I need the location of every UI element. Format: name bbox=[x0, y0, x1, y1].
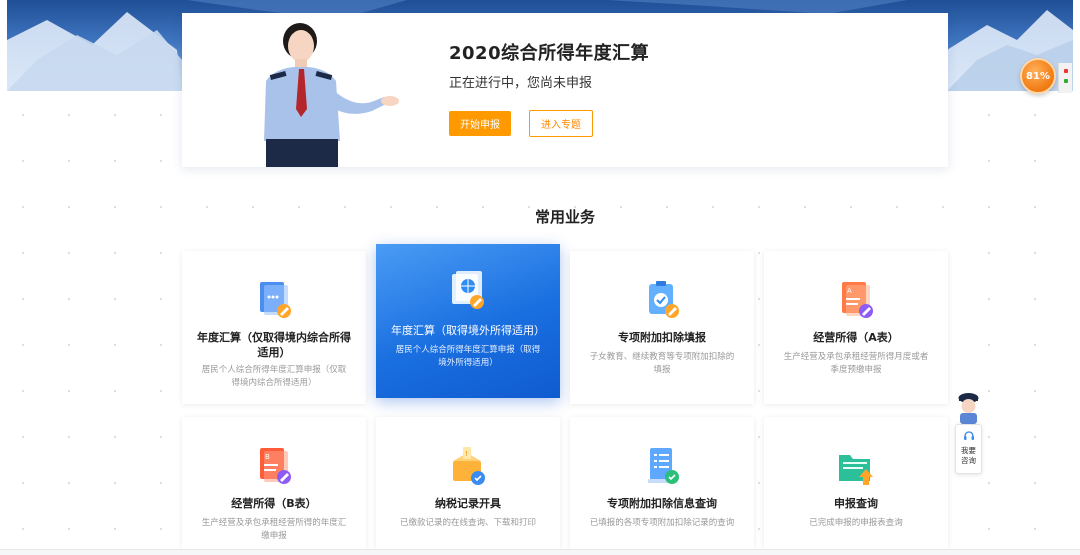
card-description: 居民个人综合所得年度汇算申报（仅取得境内综合所得适用） bbox=[201, 365, 347, 388]
card-business-income-b[interactable]: B 经营所得（B表） 生产经营及承包承租经营所得的年度汇缴申报 bbox=[182, 417, 366, 549]
consult-panel[interactable]: 我要 咨询 bbox=[955, 424, 982, 474]
card-annual-overseas[interactable]: 年度汇算（取得境外所得适用） 居民个人综合所得年度汇算申报（取得境外所得适用） bbox=[376, 244, 560, 398]
hero-card: 2020综合所得年度汇算 正在进行中，您尚未申报 开始申报 进入专题 bbox=[182, 13, 948, 167]
card-description: 子女教育、继续教育等专项附加扣除的填报 bbox=[589, 352, 735, 375]
form-b-icon: B bbox=[260, 448, 291, 484]
tax-officer-illustration bbox=[264, 23, 399, 167]
card-tax-record[interactable]: ! 纳税记录开具 已缴款记录的在线查询、下载和打印 bbox=[376, 417, 560, 549]
enter-topic-button[interactable]: 进入专题 bbox=[529, 110, 593, 137]
progress-badge[interactable]: 81% bbox=[1020, 58, 1056, 94]
card-title: 经营所得（A表） bbox=[813, 331, 899, 344]
globe-document-icon bbox=[452, 271, 484, 309]
card-description: 已填报的各项专项附加扣除记录的查询 bbox=[589, 518, 735, 528]
card-description: 已缴款记录的在线查询、下载和打印 bbox=[399, 518, 536, 528]
svg-text:A: A bbox=[847, 287, 852, 295]
side-toolbar[interactable] bbox=[1058, 63, 1072, 93]
card-description: 生产经营及承包承租经营所得月度或者季度预缴申报 bbox=[783, 352, 929, 375]
clipboard-check-icon bbox=[649, 281, 679, 318]
card-title: 申报查询 bbox=[834, 497, 878, 510]
card-description: 生产经营及承包承租经营所得的年度汇缴申报 bbox=[201, 518, 347, 541]
consult-assistant[interactable]: 我要 咨询 bbox=[955, 390, 982, 474]
card-title: 年度汇算（取得境外所得适用） bbox=[391, 324, 545, 337]
footer-bar bbox=[0, 549, 1080, 555]
consult-label-line1: 我要 bbox=[961, 446, 976, 455]
card-description: 已完成申报的申报表查询 bbox=[809, 518, 903, 528]
card-filing-query[interactable]: 申报查询 已完成申报的申报表查询 bbox=[764, 417, 948, 549]
card-description: 居民个人综合所得年度汇算申报（取得境外所得适用） bbox=[395, 345, 541, 368]
consult-label-line2: 咨询 bbox=[961, 456, 976, 465]
card-title: 专项附加扣除信息查询 bbox=[607, 497, 717, 510]
section-title: 常用业务 bbox=[534, 208, 595, 226]
card-title: 专项附加扣除填报 bbox=[618, 331, 706, 344]
card-business-income-a[interactable]: A 经营所得（A表） 生产经营及承包承租经营所得月度或者季度预缴申报 bbox=[764, 251, 948, 404]
card-special-deduction-fill[interactable]: 专项附加扣除填报 子女教育、继续教育等专项附加扣除的填报 bbox=[570, 251, 754, 404]
green-dot-icon bbox=[1063, 79, 1068, 83]
list-query-icon bbox=[648, 448, 679, 484]
tax-record-box-icon: ! bbox=[453, 447, 485, 485]
card-title: 年度汇算（仅取得境内综合所得适用） bbox=[197, 331, 351, 359]
card-special-deduction-query[interactable]: 专项附加扣除信息查询 已填报的各项专项附加扣除记录的查询 bbox=[570, 417, 754, 549]
headset-icon bbox=[963, 431, 974, 440]
start-filing-button[interactable]: 开始申报 bbox=[449, 111, 511, 136]
svg-text:!: ! bbox=[465, 450, 468, 458]
card-title: 经营所得（B表） bbox=[231, 497, 317, 510]
filing-status-text: 正在进行中，您尚未申报 bbox=[449, 76, 593, 91]
hero-title: 2020综合所得年度汇算 bbox=[449, 43, 650, 64]
card-annual-domestic[interactable]: 年度汇算（仅取得境内综合所得适用） 居民个人综合所得年度汇算申报（仅取得境内综合… bbox=[182, 251, 366, 404]
folder-upload-icon bbox=[839, 455, 873, 485]
form-a-icon: A bbox=[842, 282, 873, 318]
card-title: 纳税记录开具 bbox=[435, 497, 501, 510]
assistant-officer-icon bbox=[958, 393, 979, 424]
red-dot-icon bbox=[1063, 69, 1068, 73]
svg-text:B: B bbox=[265, 453, 270, 461]
document-edit-icon bbox=[260, 282, 291, 318]
